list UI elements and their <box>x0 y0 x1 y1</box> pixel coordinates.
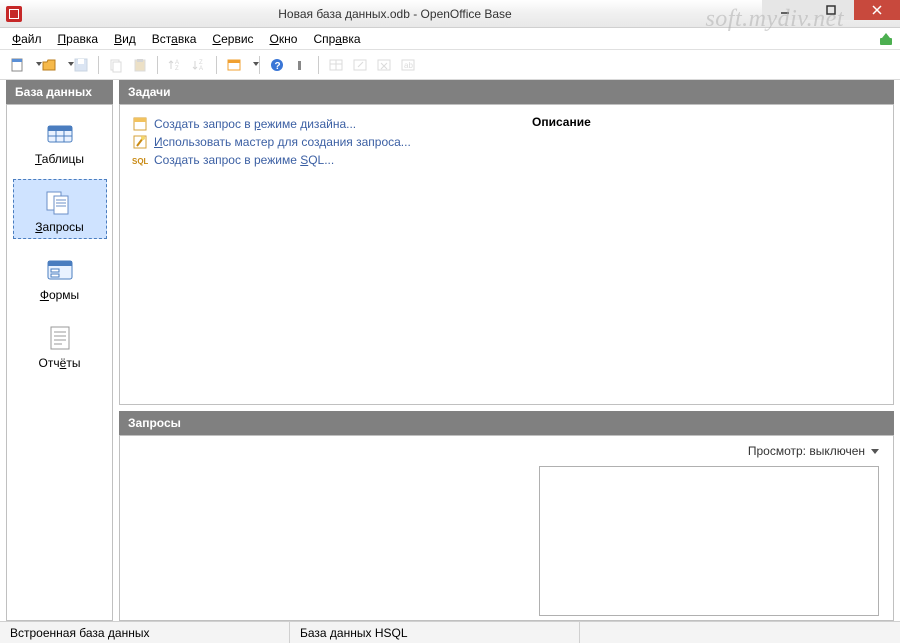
main-area: База данных Таблицы Запросы Формы <box>6 80 894 621</box>
sidebar-item-tables[interactable]: Таблицы <box>13 111 107 171</box>
sidebar-item-forms[interactable]: Формы <box>13 247 107 307</box>
svg-text:?: ? <box>275 61 281 72</box>
window-title: Новая база данных.odb - OpenOffice Base <box>28 7 762 21</box>
tasks-header: Задачи <box>119 80 894 104</box>
new-button[interactable] <box>6 54 36 76</box>
svg-text:Z: Z <box>175 66 179 72</box>
svg-text:SQL: SQL <box>132 157 148 166</box>
toolbar-separator <box>98 56 99 74</box>
dropdown-icon <box>871 449 879 454</box>
menu-help[interactable]: Справка <box>307 30 366 48</box>
maximize-button[interactable] <box>808 0 854 20</box>
table-new-button[interactable] <box>325 54 347 76</box>
list-header: Запросы <box>119 411 894 435</box>
window-controls <box>762 8 900 20</box>
preview-box <box>539 466 879 616</box>
list-body: Просмотр: выключен <box>119 435 894 621</box>
menu-edit[interactable]: Правка <box>52 30 105 48</box>
sidebar-item-queries[interactable]: Запросы <box>13 179 107 239</box>
description-pane: Описание <box>520 105 893 404</box>
table-edit-button[interactable] <box>349 54 371 76</box>
status-db-type: База данных HSQL <box>290 622 580 643</box>
status-empty <box>580 622 600 643</box>
toolbar-separator <box>157 56 158 74</box>
task-create-sql[interactable]: SQL Создать запрос в режиме SQL... <box>132 151 508 169</box>
tasks-list: Создать запрос в режиме дизайна... Испол… <box>120 105 520 404</box>
sidebar-item-reports[interactable]: Отчёты <box>13 315 107 375</box>
description-header: Описание <box>532 115 881 129</box>
sidebar-item-label: Отчёты <box>39 356 81 370</box>
list-panel: Запросы Просмотр: выключен <box>119 411 894 621</box>
task-label: Создать запрос в режиме SQL... <box>154 153 334 167</box>
sidebar-item-label: Таблицы <box>35 152 84 166</box>
preview-label: Просмотр: выключен <box>748 444 865 458</box>
toolbar-separator <box>318 56 319 74</box>
table-delete-button[interactable] <box>373 54 395 76</box>
tasks-body: Создать запрос в режиме дизайна... Испол… <box>119 104 894 405</box>
sort-asc-button[interactable]: AZ <box>164 54 186 76</box>
task-label: Использовать мастер для создания запроса… <box>154 135 411 149</box>
design-query-icon <box>132 116 148 132</box>
update-icon[interactable] <box>878 31 894 47</box>
sort-desc-button[interactable]: ZA <box>188 54 210 76</box>
minimize-button[interactable] <box>762 0 808 20</box>
menu-view[interactable]: Вид <box>108 30 142 48</box>
help-button[interactable]: ? <box>266 54 288 76</box>
tables-icon <box>44 120 76 148</box>
sidebar-item-label: Формы <box>40 288 79 302</box>
task-use-wizard[interactable]: Использовать мастер для создания запроса… <box>132 133 508 151</box>
open-button[interactable] <box>38 54 68 76</box>
help-dropdown[interactable] <box>290 54 312 76</box>
toolbar: AZ ZA ? ab <box>0 50 900 80</box>
app-icon <box>6 6 22 22</box>
wizard-icon <box>132 134 148 150</box>
menu-tools[interactable]: Сервис <box>206 30 259 48</box>
sql-icon: SQL <box>132 152 148 168</box>
close-button[interactable] <box>854 0 900 20</box>
menu-file[interactable]: Файл <box>6 30 48 48</box>
table-rename-button[interactable]: ab <box>397 54 419 76</box>
form-button[interactable] <box>223 54 253 76</box>
save-button[interactable] <box>70 54 92 76</box>
forms-icon <box>44 256 76 284</box>
toolbar-separator <box>216 56 217 74</box>
content-area: Задачи Создать запрос в режиме дизайна..… <box>119 80 894 621</box>
status-bar: Встроенная база данных База данных HSQL <box>0 621 900 643</box>
sidebar-body: Таблицы Запросы Формы Отчёты <box>6 104 113 621</box>
tasks-panel: Задачи Создать запрос в режиме дизайна..… <box>119 80 894 405</box>
sidebar: База данных Таблицы Запросы Формы <box>6 80 113 621</box>
reports-icon <box>44 324 76 352</box>
toolbar-separator <box>259 56 260 74</box>
menu-window[interactable]: Окно <box>264 30 304 48</box>
svg-text:ab: ab <box>404 61 413 70</box>
task-create-design[interactable]: Создать запрос в режиме дизайна... <box>132 115 508 133</box>
svg-text:A: A <box>199 66 203 72</box>
copy-button[interactable] <box>105 54 127 76</box>
queries-icon <box>44 188 76 216</box>
status-embedded-db: Встроенная база данных <box>0 622 290 643</box>
menu-insert[interactable]: Вставка <box>146 30 203 48</box>
paste-button[interactable] <box>129 54 151 76</box>
task-label: Создать запрос в режиме дизайна... <box>154 117 356 131</box>
menu-bar: Файл Правка Вид Вставка Сервис Окно Спра… <box>0 28 900 50</box>
title-bar: Новая база данных.odb - OpenOffice Base <box>0 0 900 28</box>
sidebar-item-label: Запросы <box>35 220 83 234</box>
sidebar-header: База данных <box>6 80 113 104</box>
preview-toggle[interactable]: Просмотр: выключен <box>748 444 879 458</box>
